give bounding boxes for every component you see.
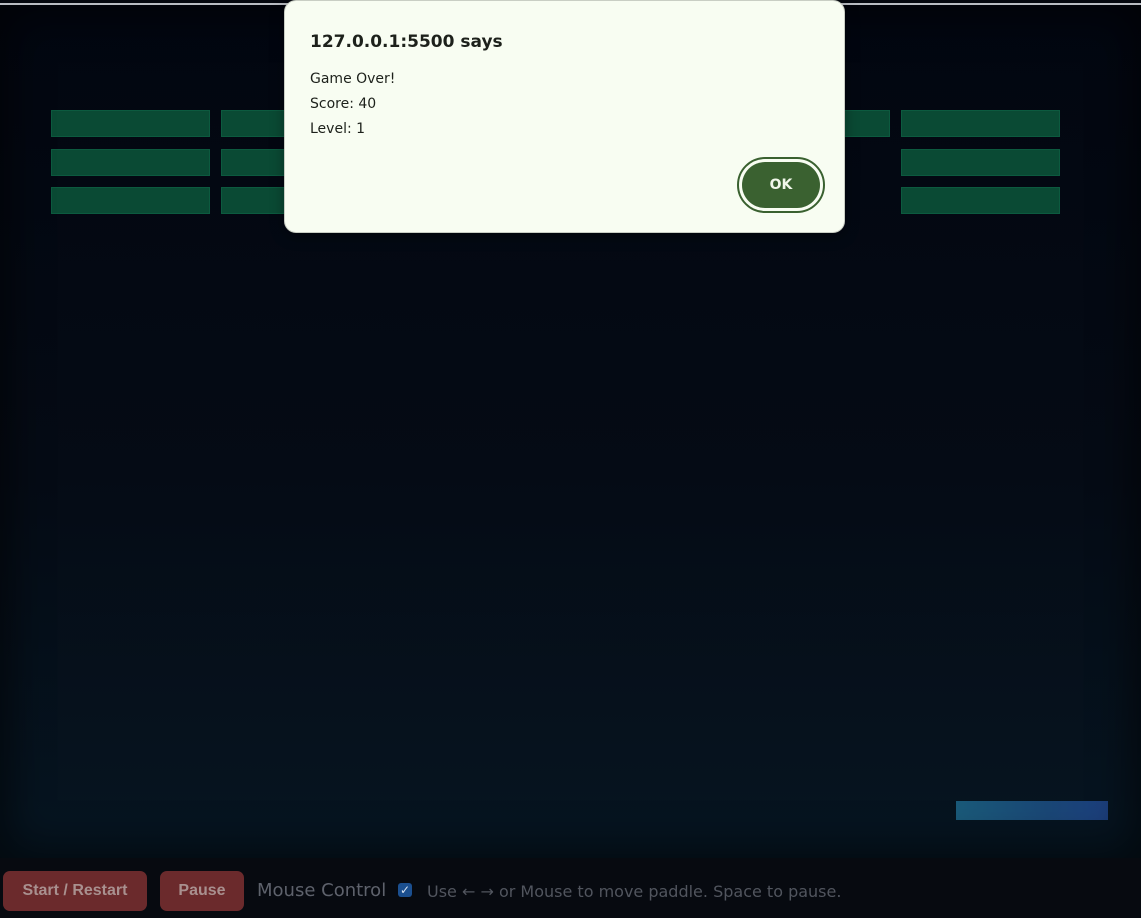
dialog-title: 127.0.0.1:5500 says — [310, 32, 503, 52]
paddle[interactable] — [956, 801, 1108, 820]
alert-dialog: 127.0.0.1:5500 says Game Over! Score: 40… — [284, 0, 845, 233]
brick — [901, 149, 1060, 176]
start-restart-button[interactable]: Start / Restart — [3, 871, 147, 911]
brick — [901, 110, 1060, 137]
game-page: Start / Restart Pause Mouse Control ✓ Us… — [0, 0, 1141, 918]
ok-button-focus-ring: OK — [737, 157, 825, 213]
dialog-message-game-over: Game Over! — [310, 71, 396, 87]
dialog-message-score: Score: 40 — [310, 96, 377, 112]
mouse-control-label: Mouse Control — [257, 880, 387, 901]
brick — [51, 187, 210, 214]
brick — [51, 149, 210, 176]
controls-hint: Use ← → or Mouse to move paddle. Space t… — [427, 882, 842, 901]
dialog-message-level: Level: 1 — [310, 121, 366, 137]
brick — [901, 187, 1060, 214]
ok-button[interactable]: OK — [742, 162, 820, 208]
mouse-control-checkbox[interactable]: ✓ — [398, 883, 412, 897]
controls-bar: Start / Restart Pause Mouse Control ✓ Us… — [0, 858, 1141, 918]
brick — [51, 110, 210, 137]
pause-button[interactable]: Pause — [160, 871, 244, 911]
